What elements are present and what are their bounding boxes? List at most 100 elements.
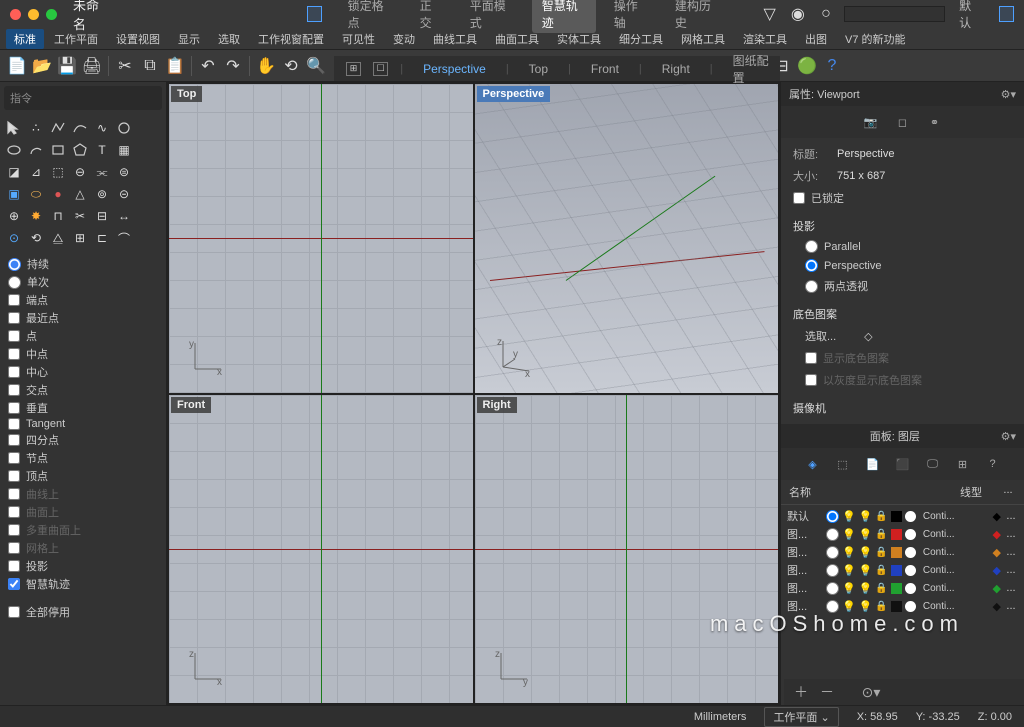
viewport-right[interactable]: Right yz	[475, 395, 779, 704]
four-viewport-icon[interactable]: ⊞	[346, 62, 361, 76]
tab-mesh[interactable]: 网格工具	[673, 29, 733, 49]
osnap-onmesh[interactable]: 网格上	[8, 540, 158, 556]
layer-material-swatch[interactable]	[905, 511, 916, 522]
col-linetype[interactable]: 线型	[946, 484, 996, 500]
show-wallpaper[interactable]: 显示底色图案	[805, 350, 1012, 366]
osnap-mode-once[interactable]: 单次	[8, 274, 158, 290]
circle-icon[interactable]: ○	[816, 3, 836, 25]
tab-setview[interactable]: 设置视图	[108, 29, 168, 49]
arc-icon[interactable]	[26, 140, 46, 160]
curve-icon[interactable]	[70, 118, 90, 138]
offset-icon[interactable]: ⊏	[92, 228, 112, 248]
box-icon[interactable]: ▣	[4, 184, 24, 204]
add-layer-icon[interactable]: ＋	[792, 683, 810, 701]
tab-viewport[interactable]: 工作视窗配置	[250, 29, 332, 49]
layer-current-radio[interactable]	[826, 510, 839, 523]
tab-visibility[interactable]: 可见性	[334, 29, 383, 49]
bulb-icon[interactable]: 💡	[842, 582, 856, 595]
tab-drafting[interactable]: 出图	[797, 29, 835, 49]
extrude-icon[interactable]: ⬚	[48, 162, 68, 182]
gear-icon[interactable]: ⚙▾	[1001, 430, 1016, 443]
pipe-icon[interactable]: ⊜	[114, 162, 134, 182]
layer-current-radio[interactable]	[826, 564, 839, 577]
camera-tab-icon[interactable]: 📷	[860, 112, 882, 132]
layer-material-swatch[interactable]	[905, 547, 916, 558]
help-icon[interactable]: ?	[821, 55, 843, 77]
cone-icon[interactable]: △	[70, 184, 90, 204]
layer-color-swatch[interactable]	[891, 511, 902, 522]
layer-current-radio[interactable]	[826, 582, 839, 595]
minimize-icon[interactable]	[28, 9, 39, 20]
status-units[interactable]: Millimeters	[694, 711, 747, 723]
bulb-off-icon[interactable]: 💡	[859, 600, 873, 613]
layer-color-swatch[interactable]	[891, 583, 902, 594]
zoom-icon[interactable]: 🔍	[305, 55, 327, 77]
record-icon[interactable]: ◉	[788, 3, 808, 25]
trim-icon[interactable]: ✂	[70, 206, 90, 226]
vptab-right[interactable]: Right	[654, 60, 698, 78]
loft-icon[interactable]: ⊿	[26, 162, 46, 182]
tab-surface[interactable]: 曲面工具	[487, 29, 547, 49]
osnap-disable-all[interactable]: 全部停用	[8, 604, 158, 620]
tab-render[interactable]: 渲染工具	[735, 29, 795, 49]
layer-row[interactable]: 图...💡💡🔒Conti...◆...	[787, 579, 1018, 597]
new-icon[interactable]: 📄	[6, 55, 28, 77]
viewport-right-label[interactable]: Right	[477, 397, 517, 413]
current-layer-label[interactable]: 默认	[959, 0, 981, 31]
maximize-icon[interactable]	[46, 9, 57, 20]
surface-icon[interactable]: ◪	[4, 162, 24, 182]
tab-transform[interactable]: 变动	[385, 29, 423, 49]
torus-icon[interactable]: ⊚	[92, 184, 112, 204]
viewport-perspective[interactable]: Perspective xzy	[475, 84, 779, 393]
bulb-off-icon[interactable]: 💡	[859, 564, 873, 577]
layer-color-box[interactable]	[844, 6, 945, 22]
revolve-icon[interactable]: ⊖	[70, 162, 90, 182]
screens-icon[interactable]: ⊞	[952, 454, 974, 474]
layer-color-swatch[interactable]	[891, 601, 902, 612]
display-icon[interactable]: 🖵	[922, 454, 944, 474]
layer-options-icon[interactable]: ⊙▾	[862, 683, 880, 701]
ellipse-icon[interactable]	[4, 140, 24, 160]
vptab-front[interactable]: Front	[583, 60, 627, 78]
copy-icon[interactable]: ⧉	[139, 55, 161, 77]
bulb-off-icon[interactable]: 💡	[859, 546, 873, 559]
named-views-icon[interactable]: ⬚	[832, 454, 854, 474]
proj-twopoint[interactable]: 两点透视	[805, 278, 1012, 294]
osnap-mode-continuous[interactable]: 持续	[8, 256, 158, 272]
fillet-icon[interactable]: ⌒	[114, 228, 134, 248]
gray-wallpaper[interactable]: 以灰度显示底色图案	[805, 372, 1012, 388]
viewport-front-label[interactable]: Front	[171, 397, 211, 413]
link-tab-icon[interactable]: ⚭	[924, 112, 946, 132]
bulb-off-icon[interactable]: 💡	[859, 528, 873, 541]
tab-select[interactable]: 选取	[210, 29, 248, 49]
lock-icon[interactable]: 🔒	[875, 583, 887, 594]
layer-row[interactable]: 图...💡💡🔒Conti...◆...	[787, 525, 1018, 543]
osnap-near[interactable]: 最近点	[8, 310, 158, 326]
bulb-off-icon[interactable]: 💡	[859, 510, 873, 523]
layer-material-swatch[interactable]	[905, 583, 916, 594]
layer-row[interactable]: 默认💡💡🔒Conti...◆...	[787, 507, 1018, 525]
text-icon[interactable]: T	[92, 140, 112, 160]
material-tab-icon[interactable]: ◻	[892, 112, 914, 132]
prop-locked[interactable]: 已锁定	[793, 190, 1012, 206]
point-icon[interactable]: ∴	[26, 118, 46, 138]
boolean-icon[interactable]: ⊕	[4, 206, 24, 226]
layer-material-swatch[interactable]	[905, 565, 916, 576]
notes-icon[interactable]: 📄	[862, 454, 884, 474]
rotate-tool-icon[interactable]: ⟲	[26, 228, 46, 248]
vptab-top[interactable]: Top	[521, 60, 556, 78]
gear-icon[interactable]: ⚙▾	[1001, 88, 1016, 101]
rectangle-icon[interactable]	[48, 140, 68, 160]
undo-icon[interactable]: ↶	[197, 55, 219, 77]
osnap-quad[interactable]: 四分点	[8, 432, 158, 448]
layer-color-swatch[interactable]	[891, 565, 902, 576]
bulb-icon[interactable]: 💡	[842, 546, 856, 559]
osnap-end[interactable]: 端点	[8, 292, 158, 308]
layer-row[interactable]: 图...💡💡🔒Conti...◆...	[787, 597, 1018, 615]
bulb-off-icon[interactable]: 💡	[859, 582, 873, 595]
osnap-point[interactable]: 点	[8, 328, 158, 344]
vptab-layout[interactable]: 图纸配置	[725, 50, 780, 88]
wallpaper-select[interactable]: 选取...	[805, 328, 836, 344]
tab-subd[interactable]: 细分工具	[611, 29, 671, 49]
tab-cplane[interactable]: 工作平面	[46, 29, 106, 49]
